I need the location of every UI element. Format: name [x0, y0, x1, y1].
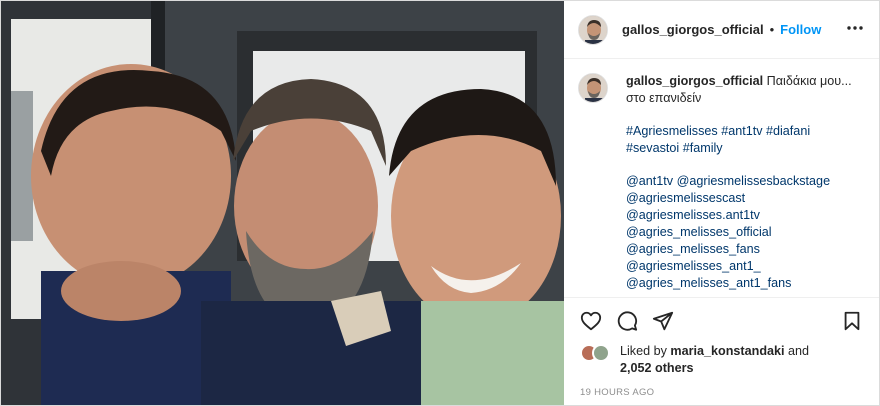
liked-by-conjunction: and: [788, 344, 810, 358]
hashtag-link[interactable]: #diafani: [766, 124, 810, 138]
hashtag-link[interactable]: #family: [683, 141, 723, 155]
likes-text: Liked by maria_konstandaki and 2,052 oth…: [620, 343, 809, 377]
user-avatar[interactable]: [578, 14, 608, 45]
mention-link[interactable]: @ant1tv @agriesmelissesbackstage: [626, 173, 865, 190]
mention-list: @ant1tv @agriesmelissesbackstage @agries…: [626, 173, 865, 292]
send-icon: [652, 311, 674, 330]
bookmark-icon: [844, 311, 860, 330]
liked-by-prefix: Liked by: [620, 344, 667, 358]
comment-button[interactable]: [612, 306, 642, 336]
follow-button[interactable]: Follow: [780, 22, 821, 37]
hashtag-link[interactable]: #sevastoi: [626, 141, 679, 155]
hashtag-link[interactable]: #ant1tv: [721, 124, 762, 138]
instagram-post: gallos_giorgos_official • Follow gallos_…: [0, 0, 880, 406]
hashtag-list: #Agriesmelisses #ant1tv #diafani #sevast…: [626, 123, 865, 157]
share-button[interactable]: [648, 306, 678, 336]
save-button[interactable]: [837, 306, 867, 336]
post-side-panel: gallos_giorgos_official • Follow gallos_…: [564, 1, 879, 405]
likes-summary: Liked by maria_konstandaki and 2,052 oth…: [564, 343, 879, 383]
liker-username[interactable]: maria_konstandaki: [670, 344, 784, 358]
caption-avatar[interactable]: [578, 73, 608, 103]
post-caption: gallos_giorgos_official Παιδάκια μου... …: [564, 59, 879, 297]
caption-text-line: gallos_giorgos_official Παιδάκια μου... …: [626, 73, 865, 107]
mention-link[interactable]: @agriesmelisses.ant1tv: [626, 207, 865, 224]
username-link[interactable]: gallos_giorgos_official: [622, 22, 764, 37]
post-photo[interactable]: [1, 1, 564, 405]
post-header: gallos_giorgos_official • Follow: [564, 1, 879, 59]
mention-link[interactable]: @agriesmelisses_ant1_: [626, 258, 865, 275]
likes-count[interactable]: 2,052 others: [620, 361, 694, 375]
post-actions: [564, 297, 879, 343]
hashtag-link[interactable]: #Agriesmelisses: [626, 124, 718, 138]
liker-avatars: [580, 344, 614, 364]
separator-dot: •: [769, 22, 775, 37]
more-options-icon[interactable]: [845, 18, 865, 41]
comment-icon: [617, 310, 638, 331]
ellipsis-icon: [847, 26, 863, 30]
caption-body: gallos_giorgos_official Παιδάκια μου... …: [626, 73, 865, 297]
mention-link[interactable]: @agries_melisses_fans: [626, 241, 865, 258]
heart-icon: [580, 311, 602, 330]
mention-link[interactable]: @agries_melisses_official: [626, 224, 865, 241]
mention-link[interactable]: @agries_melisses_ant1_fans: [626, 275, 865, 292]
liker-avatar[interactable]: [592, 344, 610, 362]
mention-link[interactable]: @agriesmelissescast: [626, 190, 865, 207]
caption-username[interactable]: gallos_giorgos_official: [626, 74, 763, 88]
avatar-image: [579, 15, 607, 44]
post-timestamp[interactable]: 19 HOURS AGO: [564, 383, 879, 405]
like-button[interactable]: [576, 306, 606, 336]
selfie-image: [1, 1, 564, 405]
avatar-image: [579, 74, 607, 102]
